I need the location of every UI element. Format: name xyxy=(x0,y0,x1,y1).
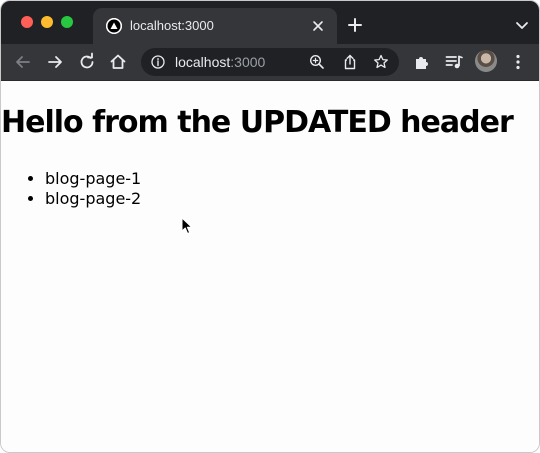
zoom-icon[interactable] xyxy=(309,54,325,70)
avatar[interactable] xyxy=(475,50,497,72)
kebab-menu-icon[interactable] xyxy=(508,52,528,72)
close-icon[interactable] xyxy=(309,17,327,35)
nextjs-favicon-icon xyxy=(106,18,122,34)
reload-icon[interactable] xyxy=(77,52,97,72)
plus-icon[interactable] xyxy=(346,16,364,34)
address-bar[interactable]: localhost:3000 xyxy=(141,48,399,76)
tab-title: localhost:3000 xyxy=(130,18,214,33)
list-item-blog-page-2[interactable]: blog-page-2 xyxy=(45,189,141,209)
mouse-pointer-icon xyxy=(181,217,193,235)
share-icon[interactable] xyxy=(342,54,358,70)
tab-strip: localhost:3000 xyxy=(1,1,539,44)
window-zoom-button[interactable] xyxy=(61,16,73,28)
page-viewport: Hello from the UPDATED header blog-page-… xyxy=(1,81,539,452)
window-close-button[interactable] xyxy=(21,16,33,28)
url-host: localhost xyxy=(175,54,231,70)
puzzle-icon[interactable] xyxy=(412,52,432,72)
url-port: :3000 xyxy=(230,54,266,70)
star-icon[interactable] xyxy=(373,54,389,70)
tab-localhost[interactable]: localhost:3000 xyxy=(93,8,337,44)
browser-toolbar: localhost:3000 xyxy=(1,44,539,81)
page-title: Hello from the UPDATED header xyxy=(1,105,514,140)
url-text: localhost:3000 xyxy=(175,54,265,70)
info-icon[interactable] xyxy=(151,55,165,69)
chevron-down-icon[interactable] xyxy=(515,18,529,29)
window-minimize-button[interactable] xyxy=(41,16,53,28)
back-arrow-icon[interactable] xyxy=(13,52,33,72)
home-icon[interactable] xyxy=(108,52,128,72)
blog-link-list: blog-page-1 blog-page-2 xyxy=(1,169,141,209)
forward-arrow-icon[interactable] xyxy=(45,52,65,72)
browser-window: localhost:3000 localhost:3000 Hello from… xyxy=(0,0,540,453)
media-queue-icon[interactable] xyxy=(444,52,464,72)
list-item-blog-page-1[interactable]: blog-page-1 xyxy=(45,169,141,189)
